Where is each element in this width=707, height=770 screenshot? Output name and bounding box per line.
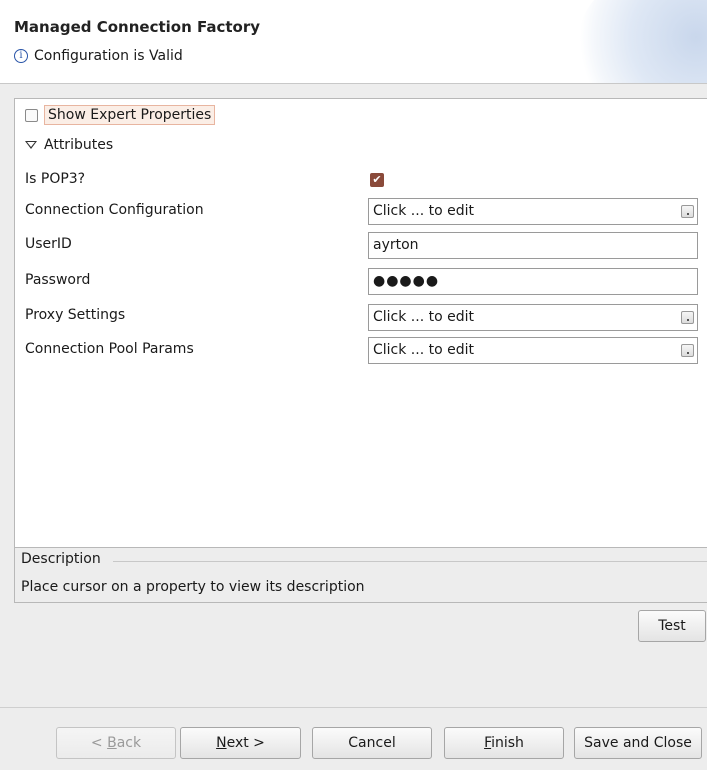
attributes-section-toggle[interactable]: Attributes <box>25 137 113 153</box>
attributes-section-label: Attributes <box>44 137 114 153</box>
info-icon: i <box>14 49 28 63</box>
edit-ellipsis-icon[interactable] <box>681 311 694 324</box>
next-button-mnemonic: N <box>216 735 227 751</box>
validation-status: i Configuration is Valid <box>14 48 183 64</box>
is-pop3-checkbox[interactable]: ✔ <box>370 173 384 187</box>
description-text: Place cursor on a property to view its d… <box>21 579 365 595</box>
property-label-is-pop3: Is POP3? <box>25 171 86 187</box>
button-bar-divider <box>0 707 707 708</box>
edit-ellipsis-icon[interactable] <box>681 205 694 218</box>
description-label: Description <box>21 551 101 567</box>
back-button-suffix: ack <box>116 735 142 751</box>
password-masked-value: ●●●●● <box>373 273 440 289</box>
property-label-password: Password <box>25 272 91 288</box>
proxy-settings-value: Click ... to edit <box>373 309 474 325</box>
back-button-mnemonic: B <box>107 735 117 751</box>
property-label-connection-pool-params: Connection Pool Params <box>25 341 194 357</box>
proxy-settings-field[interactable]: Click ... to edit <box>368 304 698 331</box>
properties-panel: Show Expert Properties Attributes Is POP… <box>14 98 707 548</box>
password-input[interactable]: ●●●●● <box>368 268 698 295</box>
property-label-connection-configuration: Connection Configuration <box>25 202 204 218</box>
show-expert-checkbox[interactable] <box>25 108 38 122</box>
connection-configuration-field[interactable]: Click ... to edit <box>368 198 698 225</box>
description-group: Description Place cursor on a property t… <box>14 547 707 603</box>
test-button[interactable]: Test <box>638 610 706 642</box>
finish-button-suffix: inish <box>491 735 524 751</box>
finish-button[interactable]: Finish <box>444 727 564 759</box>
expand-triangle-icon[interactable] <box>25 141 37 149</box>
show-expert-label[interactable]: Show Expert Properties <box>44 105 216 125</box>
next-button[interactable]: Next > <box>180 727 301 759</box>
description-divider <box>113 561 707 562</box>
back-button-prefix: < <box>90 735 108 751</box>
property-label-proxy-settings: Proxy Settings <box>25 307 126 323</box>
back-button[interactable]: < Back <box>56 727 176 759</box>
connection-pool-params-field[interactable]: Click ... to edit <box>368 337 698 364</box>
cancel-button[interactable]: Cancel <box>312 727 432 759</box>
connection-configuration-value: Click ... to edit <box>373 203 474 219</box>
userid-input[interactable]: ayrton <box>368 232 698 259</box>
wizard-header: Managed Connection Factory i Configurati… <box>0 0 707 84</box>
next-button-suffix: ext > <box>226 735 265 751</box>
validation-status-text: Configuration is Valid <box>34 48 183 64</box>
page-title: Managed Connection Factory <box>14 18 261 36</box>
property-label-userid: UserID <box>25 236 72 252</box>
edit-ellipsis-icon[interactable] <box>681 344 694 357</box>
show-expert-toggle[interactable]: Show Expert Properties <box>25 105 216 125</box>
connection-pool-params-value: Click ... to edit <box>373 342 474 358</box>
save-and-close-button[interactable]: Save and Close <box>574 727 702 759</box>
userid-value: ayrton <box>373 237 419 253</box>
header-banner-graphic <box>577 0 707 83</box>
